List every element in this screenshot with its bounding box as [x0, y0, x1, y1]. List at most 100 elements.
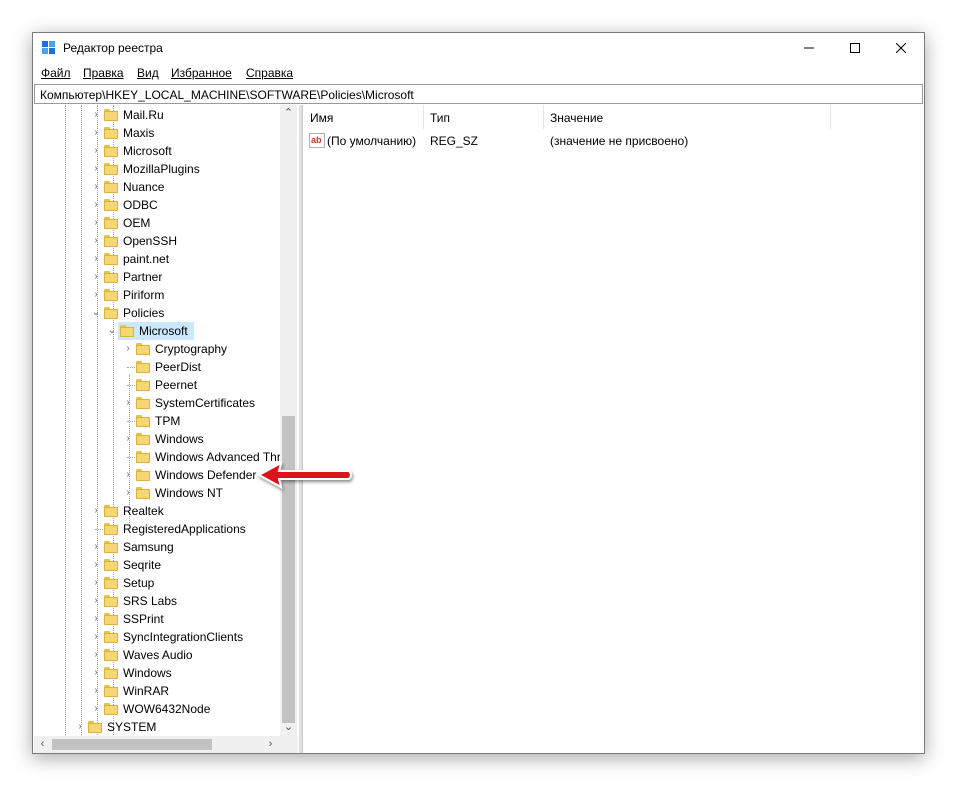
address-bar[interactable]: Компьютер\HKEY_LOCAL_MACHINE\SOFTWARE\Po… — [34, 84, 923, 104]
tree-item[interactable]: › Realtek — [34, 502, 299, 520]
minimize-button[interactable] — [786, 33, 832, 63]
tree-item[interactable]: › WinRAR — [34, 682, 299, 700]
column-header-value[interactable]: Значение — [543, 105, 830, 129]
tree-item[interactable]: › SyncIntegrationClients — [34, 628, 299, 646]
value-data: (значение не присвоено) — [550, 134, 689, 148]
tree-item[interactable]: › SRS Labs — [34, 592, 299, 610]
chevron-right-icon[interactable]: › — [91, 632, 101, 642]
menu-file-label: Файл — [41, 66, 71, 80]
chevron-right-icon[interactable]: › — [123, 470, 133, 480]
chevron-right-icon[interactable]: › — [91, 236, 101, 246]
tree-item[interactable]: RegisteredApplications — [34, 520, 299, 538]
scroll-up-arrow-icon[interactable]: ⌃ — [280, 105, 297, 122]
tree-item[interactable]: › ODBC — [34, 196, 299, 214]
chevron-right-icon[interactable]: › — [123, 344, 133, 354]
tree-horizontal-scroll-thumb[interactable] — [52, 739, 212, 750]
menu-edit[interactable]: Правка — [83, 66, 124, 80]
close-button[interactable] — [878, 33, 924, 63]
tree-item[interactable]: › SYSTEM — [34, 718, 299, 736]
chevron-right-icon[interactable]: › — [91, 218, 101, 228]
tree-item[interactable]: › Samsung — [34, 538, 299, 556]
chevron-right-icon[interactable]: › — [75, 722, 85, 732]
tree-item[interactable]: › Nuance — [34, 178, 299, 196]
folder-icon — [104, 307, 118, 319]
folder-icon — [104, 181, 118, 193]
tree-item[interactable]: › SystemCertificates — [34, 394, 299, 412]
values-list[interactable]: Имя Тип Значение ab (По умолчанию) REG_S… — [302, 105, 924, 753]
tree-item[interactable]: ⌄ Microsoft — [34, 322, 299, 340]
column-header-type[interactable]: Тип — [423, 105, 543, 129]
title-bar[interactable]: Редактор реестра — [33, 33, 924, 63]
tree-item[interactable]: › Waves Audio — [34, 646, 299, 664]
chevron-right-icon[interactable]: › — [91, 272, 101, 282]
chevron-right-icon[interactable]: › — [91, 146, 101, 156]
menu-help[interactable]: Справка — [246, 66, 293, 80]
chevron-right-icon[interactable]: › — [91, 110, 101, 120]
folder-icon — [104, 253, 118, 265]
tree-item[interactable]: › OEM — [34, 214, 299, 232]
tree-item-label: Partner — [123, 270, 163, 284]
chevron-right-icon[interactable]: › — [123, 398, 133, 408]
annotation-arrow-icon — [256, 461, 352, 489]
chevron-right-icon[interactable]: › — [91, 128, 101, 138]
tree-item-label: Cryptography — [155, 342, 228, 356]
column-separator[interactable] — [830, 105, 831, 129]
value-name: (По умолчанию) — [327, 134, 417, 148]
tree-item[interactable]: › Mail.Ru — [34, 106, 299, 124]
tree-item[interactable]: › Setup — [34, 574, 299, 592]
chevron-down-icon[interactable]: ⌄ — [91, 308, 101, 318]
tree-item[interactable]: › Maxis — [34, 124, 299, 142]
menu-favorites[interactable]: Избранное — [171, 66, 232, 80]
registry-key-tree[interactable]: › Mail.Ru › Maxis › Microsoft › MozillaPlugins ›… — [34, 105, 299, 753]
column-header-name[interactable]: Имя — [303, 105, 423, 129]
chevron-right-icon[interactable]: › — [91, 668, 101, 678]
tree-item[interactable]: › Windows — [34, 430, 299, 448]
scroll-down-arrow-icon[interactable]: ⌄ — [280, 719, 297, 736]
chevron-right-icon[interactable]: › — [91, 254, 101, 264]
tree-item[interactable]: › Microsoft — [34, 142, 299, 160]
address-path: Компьютер\HKEY_LOCAL_MACHINE\SOFTWARE\Po… — [40, 88, 414, 102]
chevron-right-icon[interactable]: › — [91, 650, 101, 660]
tree-item[interactable]: Peernet — [34, 376, 299, 394]
chevron-right-icon[interactable]: › — [91, 200, 101, 210]
chevron-right-icon[interactable]: › — [91, 182, 101, 192]
tree-item[interactable]: › MozillaPlugins — [34, 160, 299, 178]
list-item[interactable]: ab (По умолчанию) REG_SZ (значение не пр… — [303, 132, 924, 150]
tree-item[interactable]: ⌄ Policies — [34, 304, 299, 322]
scroll-left-arrow-icon[interactable]: ‹ — [34, 736, 51, 753]
chevron-right-icon[interactable]: › — [91, 542, 101, 552]
tree-item[interactable]: › WOW6432Node — [34, 700, 299, 718]
folder-icon — [136, 397, 150, 409]
tree-item-label: Windows Defender — [155, 468, 257, 482]
tree-item-label: Piriform — [123, 288, 165, 302]
chevron-right-icon[interactable]: › — [123, 434, 133, 444]
chevron-right-icon[interactable]: › — [91, 506, 101, 516]
chevron-down-icon[interactable]: ⌄ — [107, 326, 117, 336]
chevron-right-icon[interactable]: › — [91, 290, 101, 300]
chevron-right-icon[interactable]: › — [91, 560, 101, 570]
tree-item[interactable]: › Piriform — [34, 286, 299, 304]
maximize-button[interactable] — [832, 33, 878, 63]
chevron-right-icon[interactable]: › — [91, 596, 101, 606]
chevron-right-icon[interactable]: › — [91, 686, 101, 696]
tree-item[interactable]: › Partner — [34, 268, 299, 286]
chevron-right-icon[interactable]: › — [91, 578, 101, 588]
chevron-right-icon[interactable]: › — [91, 614, 101, 624]
tree-item[interactable]: › Cryptography — [34, 340, 299, 358]
tree-item[interactable]: › Windows — [34, 664, 299, 682]
tree-item[interactable]: › Seqrite — [34, 556, 299, 574]
tree-item[interactable]: › OpenSSH — [34, 232, 299, 250]
tree-item-label: Windows NT — [155, 486, 224, 500]
tree-item-label: MozillaPlugins — [123, 162, 200, 176]
folder-icon — [120, 325, 134, 337]
scroll-right-arrow-icon[interactable]: › — [262, 736, 279, 753]
chevron-right-icon[interactable]: › — [91, 704, 101, 714]
menu-file[interactable]: Файл — [41, 66, 71, 80]
tree-item[interactable]: PeerDist — [34, 358, 299, 376]
tree-item[interactable]: › paint.net — [34, 250, 299, 268]
chevron-right-icon[interactable]: › — [91, 164, 101, 174]
tree-item[interactable]: TPM — [34, 412, 299, 430]
menu-view[interactable]: Вид — [137, 66, 159, 80]
tree-item[interactable]: › SSPrint — [34, 610, 299, 628]
chevron-right-icon[interactable]: › — [123, 488, 133, 498]
